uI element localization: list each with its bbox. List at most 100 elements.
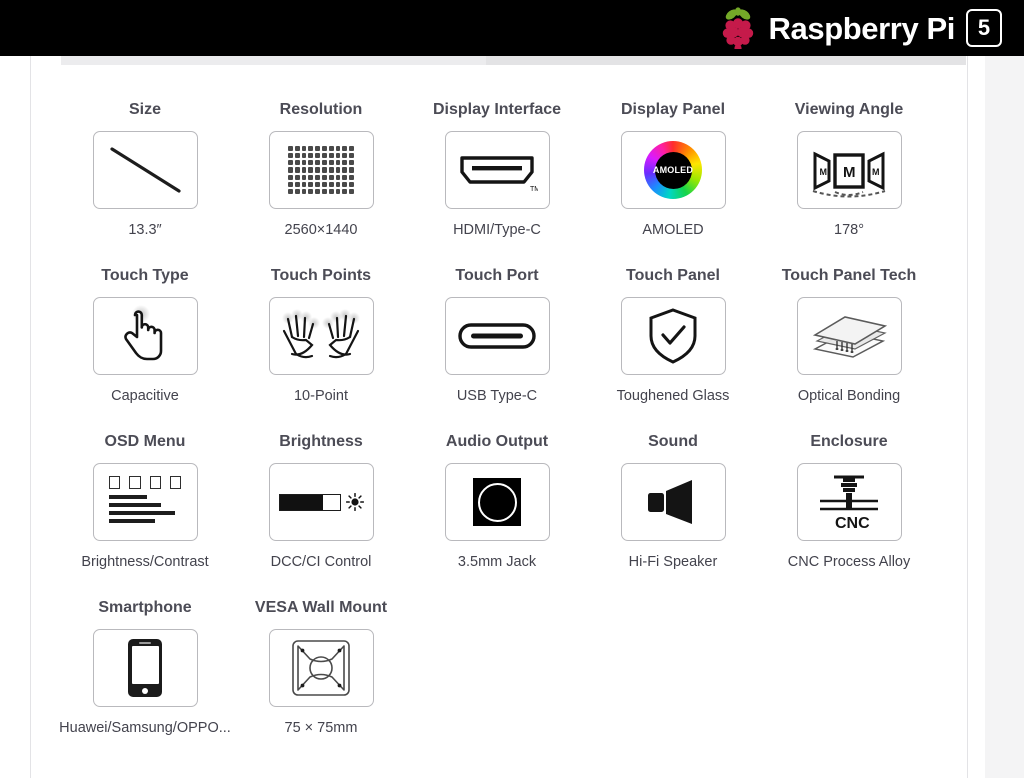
spec-cell: Viewing Angle M M M 178° — [761, 102, 937, 268]
spec-value: HDMI/Type-C — [453, 222, 541, 238]
spec-title: Resolution — [279, 101, 363, 118]
spec-title: Display Panel — [620, 101, 726, 118]
spec-cell: Touch Points 10-Point — [233, 268, 409, 434]
spec-grid: Size 13.3″ Resolution 2560×1440 Display … — [57, 102, 943, 766]
smartphone-icon — [128, 639, 162, 697]
spec-icon-box — [268, 629, 374, 707]
spec-value: 10-Point — [293, 388, 348, 404]
audio-jack-icon — [473, 478, 521, 526]
spec-value: Capacitive — [111, 388, 179, 404]
spec-value: Brightness/Contrast — [81, 554, 209, 570]
shield-check-icon — [647, 306, 699, 366]
color-wheel-icon: AMOLED — [644, 141, 702, 199]
right-gutter — [985, 56, 1024, 778]
spec-cell: Sound Hi-Fi Speaker — [585, 434, 761, 600]
spec-title: VESA Wall Mount — [254, 599, 388, 616]
spec-cell: Size 13.3″ — [57, 102, 233, 268]
two-hands-icon — [278, 307, 364, 365]
spec-title: Smartphone — [98, 599, 192, 616]
pointing-hand-icon — [119, 305, 171, 367]
spec-title: Touch Panel Tech — [781, 267, 917, 284]
spec-icon-box: AMOLED — [620, 131, 726, 209]
model-number-badge: 5 — [966, 9, 1002, 47]
phone-screen — [131, 646, 159, 684]
sun-icon — [345, 493, 364, 511]
spec-cell: Resolution 2560×1440 — [233, 102, 409, 268]
spec-icon-box: M M M — [796, 131, 902, 209]
viewing-angle-icon: M M M — [805, 140, 893, 200]
brand-title: Raspberry Pi — [768, 10, 956, 46]
spec-icon-box: CNC — [796, 463, 902, 541]
spec-icon-box — [444, 297, 550, 375]
spec-value: AMOLED — [642, 222, 704, 238]
diagonal-screen-icon — [103, 140, 188, 200]
spec-icon-box — [92, 131, 198, 209]
spec-icon-box — [268, 131, 374, 209]
spec-title: Sound — [648, 433, 698, 450]
spec-icon-box — [444, 463, 550, 541]
page-top-strip-segment — [486, 56, 966, 65]
spec-value: 13.3″ — [128, 222, 162, 238]
spec-value: DCC/CI Control — [270, 554, 372, 570]
svg-text:M: M — [820, 167, 828, 177]
spec-title: Touch Type — [101, 267, 189, 284]
spec-title: OSD Menu — [104, 433, 186, 450]
spec-cell: Touch Panel Tech Optical Bonding — [761, 268, 937, 434]
spec-title: Touch Panel — [626, 267, 720, 284]
hdmi-port-icon: TM — [456, 146, 538, 194]
raspberry-pi-brand: Raspberry Pi 5 — [718, 7, 1002, 49]
spec-icon-box — [92, 463, 198, 541]
osd-menu-squares — [109, 476, 181, 489]
raspberry-pi-logo-icon — [718, 7, 758, 49]
svg-text:TM: TM — [530, 186, 538, 193]
content-sheet: Size 13.3″ Resolution 2560×1440 Display … — [30, 56, 968, 778]
spec-icon-box — [92, 629, 198, 707]
page-top-strip — [61, 56, 966, 65]
usb-c-port-icon — [457, 320, 537, 352]
phone-home-button — [142, 687, 148, 694]
top-header-bar: Raspberry Pi 5 — [0, 0, 1024, 56]
brightness-fill — [279, 494, 323, 510]
svg-text:M: M — [843, 164, 856, 181]
spec-cell: Touch Type Capacitive — [57, 268, 233, 434]
spec-value: Huawei/Samsung/OPPO... — [59, 720, 231, 736]
spec-value: 2560×1440 — [284, 222, 358, 238]
layered-panels-icon — [805, 307, 893, 365]
spec-title: Touch Port — [455, 267, 539, 284]
spec-value: Hi-Fi Speaker — [628, 554, 718, 570]
spec-value: 75 × 75mm — [284, 720, 358, 736]
spec-cell: Display Interface TM HDMI/Type-C — [409, 102, 585, 268]
spec-title: Audio Output — [445, 433, 549, 450]
brightness-track — [278, 493, 341, 511]
spec-cell: Touch Port USB Type-C — [409, 268, 585, 434]
spec-icon-box — [620, 297, 726, 375]
osd-menu-icon — [109, 476, 181, 528]
spec-cell: Enclosure CNC CNC Process Alloy — [761, 434, 937, 600]
cnc-mill-icon: CNC — [810, 471, 888, 533]
spec-title: Touch Points — [270, 267, 372, 284]
spec-cell: Brightness DCC/CI Control — [233, 434, 409, 600]
speaker-icon — [642, 478, 704, 526]
svg-text:M: M — [872, 167, 880, 177]
vesa-plate-icon — [290, 639, 352, 697]
pixel-grid-icon — [288, 146, 354, 194]
spec-title: Brightness — [279, 433, 363, 450]
spec-value: USB Type-C — [456, 388, 538, 404]
spec-title: Size — [128, 101, 161, 118]
color-wheel-label: AMOLED — [652, 165, 694, 175]
osd-menu-bars — [109, 495, 181, 523]
spec-cell: Display Panel AMOLED AMOLED — [585, 102, 761, 268]
spec-icon-box — [620, 463, 726, 541]
spec-icon-box: TM — [444, 131, 550, 209]
brightness-slider-icon — [278, 493, 364, 511]
spec-icon-box — [92, 297, 198, 375]
spec-cell: Touch Panel Toughened Glass — [585, 268, 761, 434]
spec-icon-box — [268, 463, 374, 541]
spec-value: 3.5mm Jack — [457, 554, 537, 570]
spec-cell: Smartphone Huawei/Samsung/OPPO... — [57, 600, 233, 766]
spec-value: Optical Bonding — [797, 388, 901, 404]
spec-value: CNC Process Alloy — [787, 554, 911, 570]
spec-cell: Audio Output 3.5mm Jack — [409, 434, 585, 600]
spec-title: Enclosure — [810, 433, 888, 450]
spec-icon-box — [796, 297, 902, 375]
